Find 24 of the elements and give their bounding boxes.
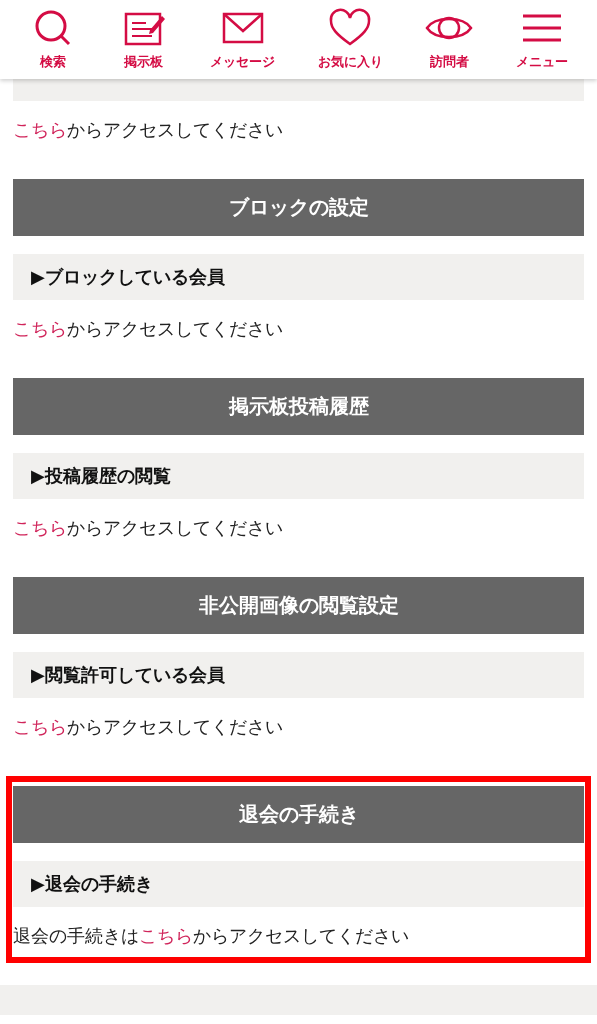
nav-button[interactable]: 検索 [29,8,78,72]
access-link[interactable]: こちら [13,119,67,140]
section-heading: 掲示板投稿履歴 [13,378,584,435]
instruction-text: こちらからアクセスしてください [13,715,284,739]
nav-button[interactable]: メニュー [515,8,568,72]
section-heading: ブロックの設定 [13,179,584,236]
access-link[interactable]: こちら [13,517,67,538]
nav-button[interactable]: 訪問者 [425,8,474,72]
nav-button[interactable]: 掲示板 [119,8,168,72]
subsection-heading: ▶ブロックしている会員 [13,254,584,300]
nav-button[interactable]: お気に入り [317,8,383,72]
nav-button[interactable]: メッセージ [210,8,276,72]
instruction-text: こちらからアクセスしてください [13,317,284,341]
access-link[interactable]: こちら [13,716,67,737]
section-heading: 退会の手続き [13,786,584,843]
access-link[interactable]: こちら [139,925,193,946]
instruction-text: 退会の手続きはこちらからアクセスしてください [13,924,410,948]
instruction-text: こちらからアクセスしてください [13,516,284,540]
subsection-heading: ▶投稿履歴の閲覧 [13,453,584,499]
subsection-heading: ▶閲覧許可している会員 [13,652,584,698]
instruction-text: こちらからアクセスしてください [13,118,284,142]
access-link[interactable]: こちら [13,318,67,339]
section-heading: 非公開画像の閲覧設定 [13,577,584,634]
subsection-heading: ▶退会の手続き [13,861,584,907]
